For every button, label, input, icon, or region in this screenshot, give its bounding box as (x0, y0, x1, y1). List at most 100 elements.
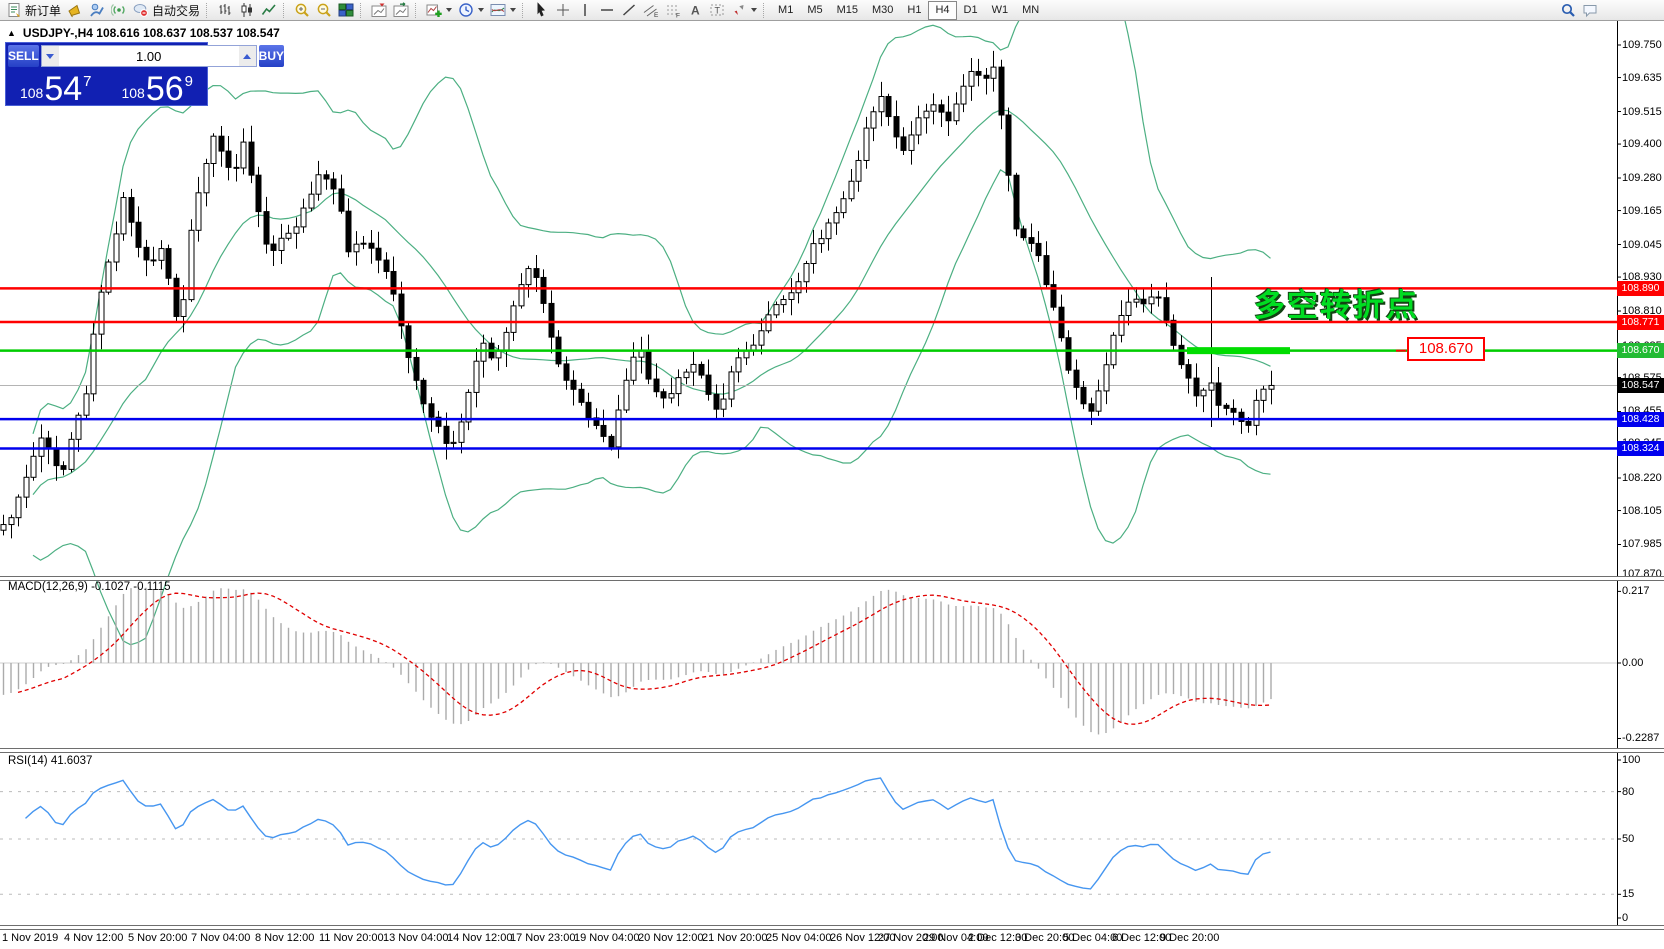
volume-spinner (41, 45, 257, 67)
axis-tick-label: 108.105 (1622, 505, 1662, 517)
timeframe-w1[interactable]: W1 (985, 1, 1016, 20)
text-button[interactable]: A (684, 1, 706, 19)
timeframe-m1[interactable]: M1 (771, 1, 800, 20)
timeframe-m15[interactable]: M15 (830, 1, 865, 20)
signal-button[interactable] (108, 1, 130, 19)
toolbar-right (1557, 1, 1601, 19)
svg-text:E: E (654, 12, 659, 18)
periods-button[interactable] (455, 1, 487, 19)
cursor-button[interactable] (530, 1, 552, 19)
vertical-line-button[interactable] (574, 1, 596, 19)
time-axis-label: 5 Nov 20:00 (128, 932, 187, 944)
rsi-label: RSI(14) 41.6037 (8, 755, 92, 767)
time-axis-label: 7 Nov 04:00 (191, 932, 250, 944)
search-button[interactable] (1557, 1, 1579, 19)
price-level-flag: 108.324 (1617, 441, 1664, 456)
chat-button[interactable] (1579, 1, 1601, 19)
buy-button[interactable]: BUY (259, 45, 284, 67)
time-axis-label: 20 Nov 12:00 (638, 932, 703, 944)
tile-windows-button[interactable] (335, 1, 357, 19)
sell-button[interactable]: SELL (8, 45, 39, 67)
horizontal-line-button[interactable] (596, 1, 618, 19)
price-level-flag: 108.771 (1617, 315, 1664, 330)
axis-tick-label: 100 (1622, 754, 1640, 766)
templates-button[interactable] (487, 1, 519, 19)
arrows-button[interactable] (728, 1, 760, 19)
text-label-button[interactable]: T (706, 1, 728, 19)
horn-icon (67, 2, 83, 18)
sell-price-prefix: 108 (20, 85, 43, 101)
templates-icon (490, 2, 506, 18)
chevron-down-icon (510, 8, 516, 12)
timeframe-d1[interactable]: D1 (957, 1, 985, 20)
chart-shift-icon (371, 2, 387, 18)
time-axis-label: 8 Nov 12:00 (255, 932, 314, 944)
indicators-button[interactable] (423, 1, 455, 19)
trendline-button[interactable] (618, 1, 640, 19)
toolbar-separator (415, 3, 420, 18)
chart-title-bar: ▲ USDJPY-,H4 108.616 108.637 108.537 108… (7, 26, 280, 40)
time-axis-label: 17 Nov 23:00 (510, 932, 575, 944)
toolbar-buttons: 新订单 自动交易 EFAT (3, 1, 771, 19)
pane-separator[interactable] (0, 925, 1664, 930)
axis-tick-label: 109.280 (1622, 172, 1662, 184)
timeframe-mn[interactable]: MN (1015, 1, 1046, 20)
zoom-in-button[interactable] (291, 1, 313, 19)
axis-tick-label: 109.400 (1622, 138, 1662, 150)
buy-price-big: 56 (146, 74, 184, 105)
time-axis-label: 14 Nov 12:00 (447, 932, 512, 944)
buy-price[interactable]: 108 56 9 (110, 68, 206, 105)
axis-tick-label: 0.217 (1622, 585, 1650, 597)
price-callout[interactable]: 108.670 (1407, 337, 1485, 361)
bollinger-bands (33, 0, 1271, 645)
signal-icon (111, 2, 127, 18)
candlestick-chart-button[interactable] (236, 1, 258, 19)
cursor-icon (533, 2, 549, 18)
axis-tick-label: 80 (1622, 786, 1634, 798)
bar-chart-button[interactable] (214, 1, 236, 19)
arrows-icon (731, 2, 747, 18)
alerts-button[interactable] (64, 1, 86, 19)
toolbar-separator (283, 3, 288, 18)
sell-price[interactable]: 108 54 7 (8, 68, 104, 105)
timeframe-m30[interactable]: M30 (865, 1, 900, 20)
zoom-out-button[interactable] (313, 1, 335, 19)
crosshair-button[interactable] (552, 1, 574, 19)
new-order-button-label: 新订单 (25, 2, 61, 19)
chart-shift-button[interactable] (368, 1, 390, 19)
line-chart-button[interactable] (258, 1, 280, 19)
timeframe-h4[interactable]: H4 (928, 1, 956, 20)
timeframe-h1[interactable]: H1 (900, 1, 928, 20)
fibonacci-button[interactable]: F (662, 1, 684, 19)
time-axis-label: 9 Dec 20:00 (1160, 932, 1219, 944)
periods-icon (458, 2, 474, 18)
new-order-button[interactable]: 新订单 (3, 1, 64, 19)
text-icon: A (687, 2, 703, 18)
axis-tick-label: 0.00 (1622, 657, 1643, 669)
volume-input[interactable] (59, 46, 239, 66)
autotrading-button[interactable]: 自动交易 (130, 1, 203, 19)
toolbar-separator (206, 3, 211, 18)
pane-separator[interactable] (0, 576, 1664, 581)
equidistant-channel-button[interactable]: E (640, 1, 662, 19)
time-axis-label: 1 Nov 2019 (2, 932, 58, 944)
current-price-flag: 108.547 (1617, 378, 1664, 393)
toolbar-separator (522, 3, 527, 18)
volume-decrease-button[interactable] (42, 46, 59, 66)
mt4-terminal: 新订单 自动交易 EFAT M1M5M15M30H1H4D1W1MN ▲ USDJP… (0, 0, 1664, 949)
pane-separator[interactable] (0, 748, 1664, 753)
one-click-collapse-arrow[interactable]: ▲ (7, 28, 16, 38)
triangle-down-icon (46, 54, 54, 59)
timeframe-m5[interactable]: M5 (800, 1, 829, 20)
auto-scroll-icon (393, 2, 409, 18)
time-axis-label: 11 Nov 20:00 (319, 932, 384, 944)
market-watch-button[interactable] (86, 1, 108, 19)
candlestick-series (1, 51, 1274, 539)
volume-increase-button[interactable] (239, 46, 256, 66)
auto-scroll-button[interactable] (390, 1, 412, 19)
equidistant-channel-icon: E (643, 2, 659, 18)
market-watch-icon (89, 2, 105, 18)
rsi-indicator (0, 778, 1617, 894)
axis-tick-label: 109.515 (1622, 106, 1662, 118)
chart-symbol-ohlc: USDJPY-,H4 108.616 108.637 108.537 108.5… (23, 26, 280, 40)
